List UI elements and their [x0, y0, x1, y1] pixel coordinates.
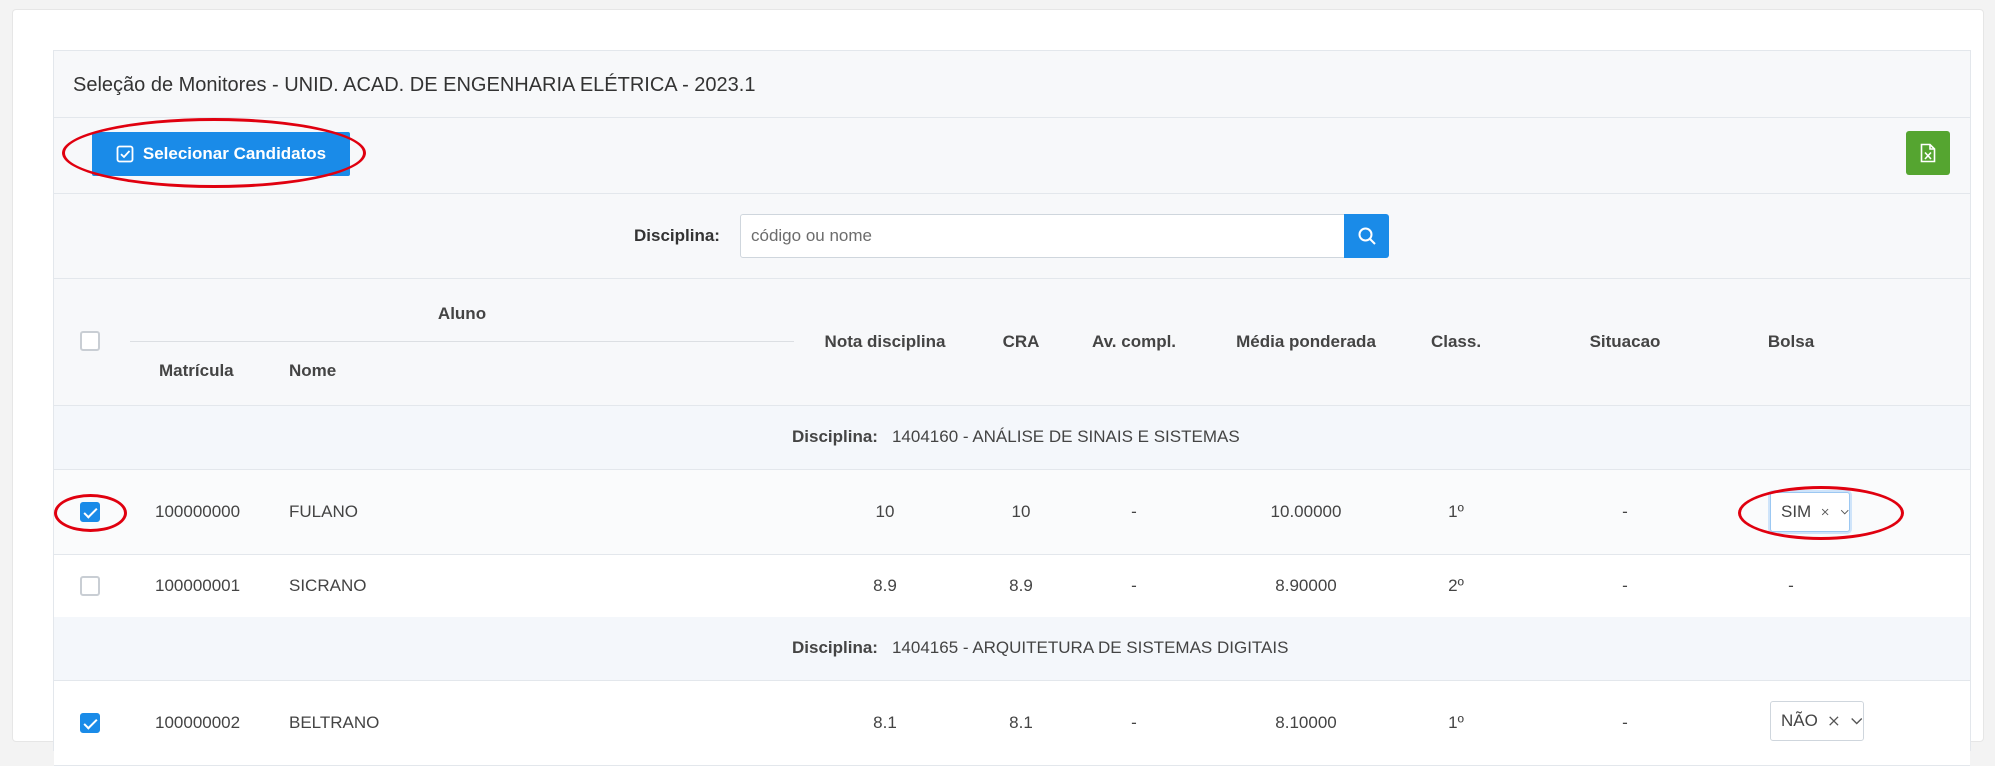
discipline-filter-label: Disciplina:	[634, 226, 720, 245]
cell-cra: 8.1	[1009, 713, 1033, 732]
chevron-down-icon[interactable]	[1850, 716, 1863, 726]
excel-file-icon	[1920, 143, 1936, 163]
cell-media: 10.00000	[1270, 502, 1342, 521]
cell-situacao: -	[1622, 502, 1628, 521]
header-av-compl: Av. compl.	[1091, 332, 1177, 351]
cell-nome: SICRANO	[289, 576, 367, 595]
header-bolsa: Bolsa	[1767, 332, 1815, 351]
row-checkbox[interactable]	[80, 713, 100, 733]
header-divider	[130, 341, 794, 342]
bolsa-select[interactable]: NÃO	[1770, 701, 1864, 741]
search-icon	[1358, 227, 1376, 245]
cell-matricula: 100000001	[155, 576, 241, 595]
clear-icon[interactable]	[1828, 714, 1840, 728]
checkbox-square-icon	[116, 145, 134, 163]
bolsa-select[interactable]: SIM	[1770, 492, 1850, 532]
cell-media: 8.90000	[1275, 576, 1337, 595]
panel-header: Seleção de Monitores - UNID. ACAD. DE EN…	[54, 51, 1970, 118]
header-situacao: Situacao	[1589, 332, 1661, 351]
cell-nome: FULANO	[289, 502, 358, 521]
card: Seleção de Monitores - UNID. ACAD. DE EN…	[12, 9, 1984, 766]
row-checkbox[interactable]	[80, 576, 100, 596]
row-checkbox[interactable]	[80, 502, 100, 522]
cell-cra: 8.9	[1009, 576, 1033, 595]
discipline-search-input[interactable]	[740, 214, 1345, 258]
chevron-down-icon[interactable]	[1840, 507, 1849, 517]
header-nome: Nome	[289, 361, 337, 380]
cell-av-compl: -	[1131, 502, 1137, 521]
cell-matricula: 100000000	[155, 502, 241, 521]
header-class: Class.	[1430, 332, 1482, 351]
table-row[interactable]: 100000001 SICRANO 8.9 8.9 - 8.90000 2º -…	[54, 555, 1970, 619]
export-excel-button[interactable]	[1906, 131, 1950, 175]
header-aluno: Aluno	[437, 304, 487, 323]
cell-class: 1º	[1448, 502, 1464, 521]
header-cra: CRA	[1002, 332, 1040, 351]
cell-nota: 8.1	[873, 713, 897, 732]
monitor-selection-panel: Seleção de Monitores - UNID. ACAD. DE EN…	[53, 50, 1971, 766]
discipline-group-header: Disciplina: 1404165 - ARQUITETURA DE SIST…	[54, 617, 1970, 681]
select-all-checkbox[interactable]	[80, 331, 100, 351]
cell-situacao: -	[1622, 576, 1628, 595]
table-row[interactable]: 100000002 BELTRANO 8.1 8.1 - 8.10000 1º …	[54, 681, 1970, 766]
cell-nota: 8.9	[873, 576, 897, 595]
header-matricula: Matrícula	[159, 361, 234, 380]
toolbar: Selecionar Candidatos	[54, 118, 1970, 194]
cell-class: 2º	[1448, 576, 1464, 595]
cell-nota: 10	[875, 502, 895, 521]
cell-nome: BELTRANO	[289, 713, 380, 732]
cell-class: 1º	[1448, 713, 1464, 732]
search-button[interactable]	[1344, 214, 1389, 258]
cell-av-compl: -	[1131, 576, 1137, 595]
cell-situacao: -	[1622, 713, 1628, 732]
cell-av-compl: -	[1131, 713, 1137, 732]
header-media-ponderada: Média ponderada	[1236, 332, 1376, 351]
select-candidates-button[interactable]: Selecionar Candidatos	[92, 132, 350, 176]
group-label: Disciplina:	[792, 427, 878, 446]
bolsa-select-value: SIM	[1781, 502, 1812, 521]
cell-bolsa: -	[1788, 576, 1794, 595]
cell-media: 8.10000	[1275, 713, 1337, 732]
table-row[interactable]: 100000000 FULANO 10 10 - 10.00000 1º - S…	[54, 470, 1970, 555]
discipline-filter: Disciplina:	[54, 194, 1970, 279]
clear-icon[interactable]	[1821, 505, 1829, 519]
cell-matricula: 100000002	[155, 713, 241, 732]
group-discipline-name: 1404165 - ARQUITETURA DE SISTEMAS DIGITA…	[891, 638, 1289, 657]
group-label: Disciplina:	[792, 638, 878, 657]
discipline-group-header: Disciplina: 1404160 - ANÁLISE DE SINAIS E…	[54, 406, 1970, 470]
cell-cra: 10	[1011, 502, 1031, 521]
page-title: Seleção de Monitores - UNID. ACAD. DE EN…	[73, 74, 756, 96]
table-header: Aluno Matrícula Nome Nota disciplina CRA…	[54, 279, 1970, 406]
bolsa-select-value: NÃO	[1781, 711, 1818, 730]
select-candidates-label: Selecionar Candidatos	[142, 144, 327, 163]
group-discipline-name: 1404160 - ANÁLISE DE SINAIS E SISTEMAS	[891, 427, 1240, 446]
header-nota-disciplina: Nota disciplina	[824, 332, 946, 351]
